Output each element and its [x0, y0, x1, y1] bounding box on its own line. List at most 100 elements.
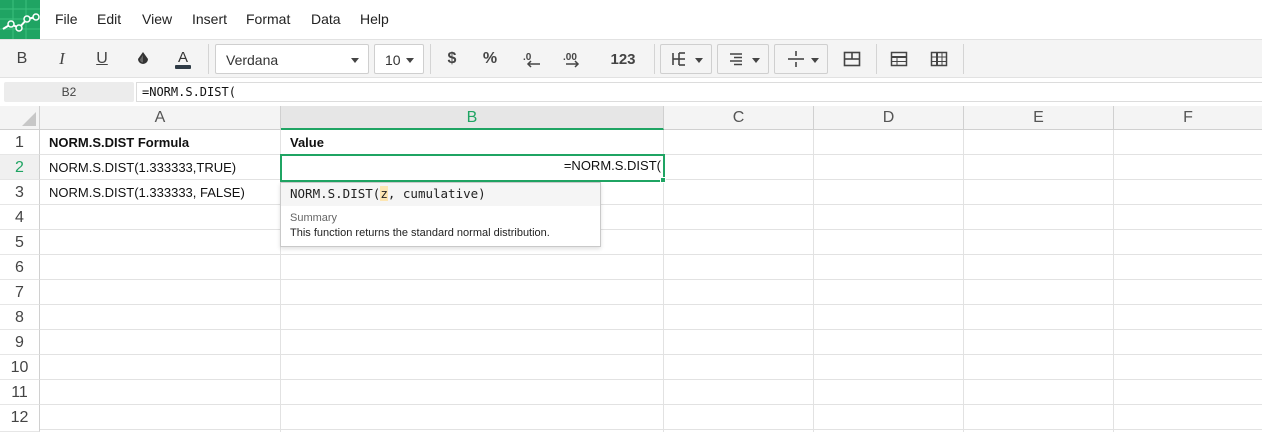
fill-color-icon	[138, 52, 148, 64]
column-header-d[interactable]: D	[814, 106, 964, 130]
cell-a3[interactable]: NORM.S.DIST(1.333333, FALSE)	[40, 180, 280, 205]
row-header-10[interactable]: 10	[0, 355, 40, 380]
chevron-down-icon	[811, 58, 819, 63]
menu-bar: File Edit View Insert Format Data Help	[0, 0, 1262, 39]
row-header-12[interactable]: 12	[0, 405, 40, 432]
column-header-c[interactable]: C	[664, 106, 814, 130]
gridline	[1113, 130, 1114, 432]
fill-handle[interactable]	[660, 177, 666, 183]
function-name: NORM.S.DIST(	[290, 186, 381, 201]
gridline	[963, 130, 964, 432]
row-header-9[interactable]: 9	[0, 330, 40, 355]
gridline	[40, 329, 1262, 330]
column-header-a[interactable]: A	[40, 106, 281, 130]
currency-format-button[interactable]: $	[436, 40, 468, 78]
menu-edit[interactable]: Edit	[97, 11, 121, 27]
svg-text:A: A	[178, 49, 188, 66]
active-cell-b2[interactable]: =NORM.S.DIST(	[280, 154, 665, 182]
row-header-5[interactable]: 5	[0, 230, 40, 255]
vertical-align-icon	[788, 51, 804, 67]
row-header-7[interactable]: 7	[0, 280, 40, 305]
percent-icon: %	[482, 50, 498, 67]
column-header-f[interactable]: F	[1114, 106, 1262, 130]
freeze-rows-button[interactable]	[882, 40, 916, 78]
row-header-4[interactable]: 4	[0, 205, 40, 230]
row-header-3[interactable]: 3	[0, 180, 40, 205]
underline-button[interactable]: U	[86, 40, 118, 78]
row-header-6[interactable]: 6	[0, 255, 40, 280]
font-size-select[interactable]: 10	[374, 44, 424, 74]
gridline	[40, 429, 1262, 430]
number-format-label: 123	[610, 50, 636, 68]
toolbar-separator	[963, 44, 964, 74]
cell-a2[interactable]: NORM.S.DIST(1.333333,TRUE)	[40, 155, 280, 180]
font-size-value: 10	[385, 52, 401, 68]
borders-dropdown[interactable]	[660, 44, 712, 74]
increase-decimals-icon: .00	[563, 52, 580, 68]
increase-decimals-button[interactable]: .00	[556, 40, 590, 78]
menu-format[interactable]: Format	[246, 11, 290, 27]
cell-b1[interactable]: Value	[281, 130, 663, 155]
merge-cells-button[interactable]	[836, 40, 868, 78]
gridline	[40, 354, 1262, 355]
cell-a1[interactable]: NORM.S.DIST Formula	[40, 130, 280, 155]
freeze-columns-button[interactable]	[922, 40, 956, 78]
toolbar-separator	[208, 44, 209, 74]
formula-bar: B2 =NORM.S.DIST(	[0, 78, 1262, 106]
menu-view[interactable]: View	[142, 11, 172, 27]
font-family-select[interactable]: Verdana	[215, 44, 369, 74]
merge-cells-icon	[843, 51, 861, 67]
toolbar: B I U A Verdana 10 $ % .0 .00 123	[0, 39, 1262, 78]
row-header-8[interactable]: 8	[0, 305, 40, 330]
toolbar-separator	[654, 44, 655, 74]
freeze-rows-icon	[890, 51, 908, 67]
italic-button[interactable]: I	[46, 40, 78, 78]
chevron-down-icon	[695, 58, 703, 63]
gridline	[40, 404, 1262, 405]
column-header-e[interactable]: E	[964, 106, 1114, 130]
toolbar-separator	[430, 44, 431, 74]
gridline	[40, 279, 1262, 280]
active-argument: z	[380, 186, 388, 201]
italic-icon: I	[59, 49, 65, 68]
horizontal-align-dropdown[interactable]	[717, 44, 769, 74]
column-header-b[interactable]: B	[281, 106, 664, 130]
number-format-button[interactable]: 123	[600, 40, 646, 78]
text-color-button[interactable]: A	[166, 40, 200, 78]
row-header-1[interactable]: 1	[0, 130, 40, 155]
chevron-down-icon	[752, 58, 760, 63]
text-color-icon: A	[175, 49, 191, 69]
currency-icon: $	[447, 50, 457, 67]
fill-color-button[interactable]	[126, 40, 160, 78]
percent-format-button[interactable]: %	[474, 40, 506, 78]
menu-file[interactable]: File	[55, 11, 78, 27]
gridline	[813, 130, 814, 432]
app-logo	[0, 0, 40, 39]
function-signature: NORM.S.DIST(z, cumulative)	[281, 183, 600, 206]
cell-editor-input[interactable]: =NORM.S.DIST(	[564, 158, 661, 173]
formula-input[interactable]: =NORM.S.DIST(	[136, 82, 1262, 102]
select-all-corner[interactable]	[0, 106, 40, 130]
menu-data[interactable]: Data	[311, 11, 341, 27]
gridline	[40, 379, 1262, 380]
horizontal-align-icon	[730, 53, 742, 66]
gridline	[40, 304, 1262, 305]
gridline	[40, 254, 1262, 255]
summary-text: This function returns the standard norma…	[290, 227, 550, 239]
cell-reference-box[interactable]: B2	[4, 82, 134, 102]
select-all-icon	[22, 112, 36, 126]
borders-icon	[672, 52, 685, 66]
bold-button[interactable]: B	[6, 40, 38, 78]
remaining-arguments: , cumulative)	[387, 186, 486, 201]
vertical-align-dropdown[interactable]	[774, 44, 828, 74]
row-header-11[interactable]: 11	[0, 380, 40, 405]
menu-insert[interactable]: Insert	[192, 11, 227, 27]
row-header-2[interactable]: 2	[0, 155, 40, 180]
freeze-columns-icon	[930, 51, 948, 67]
font-family-value: Verdana	[226, 52, 279, 68]
function-help-tooltip: NORM.S.DIST(z, cumulative) Summary This …	[280, 182, 601, 247]
summary-heading: Summary	[290, 212, 338, 224]
menu-help[interactable]: Help	[360, 11, 389, 27]
chevron-down-icon	[351, 58, 359, 63]
decrease-decimals-button[interactable]: .0	[516, 40, 548, 78]
